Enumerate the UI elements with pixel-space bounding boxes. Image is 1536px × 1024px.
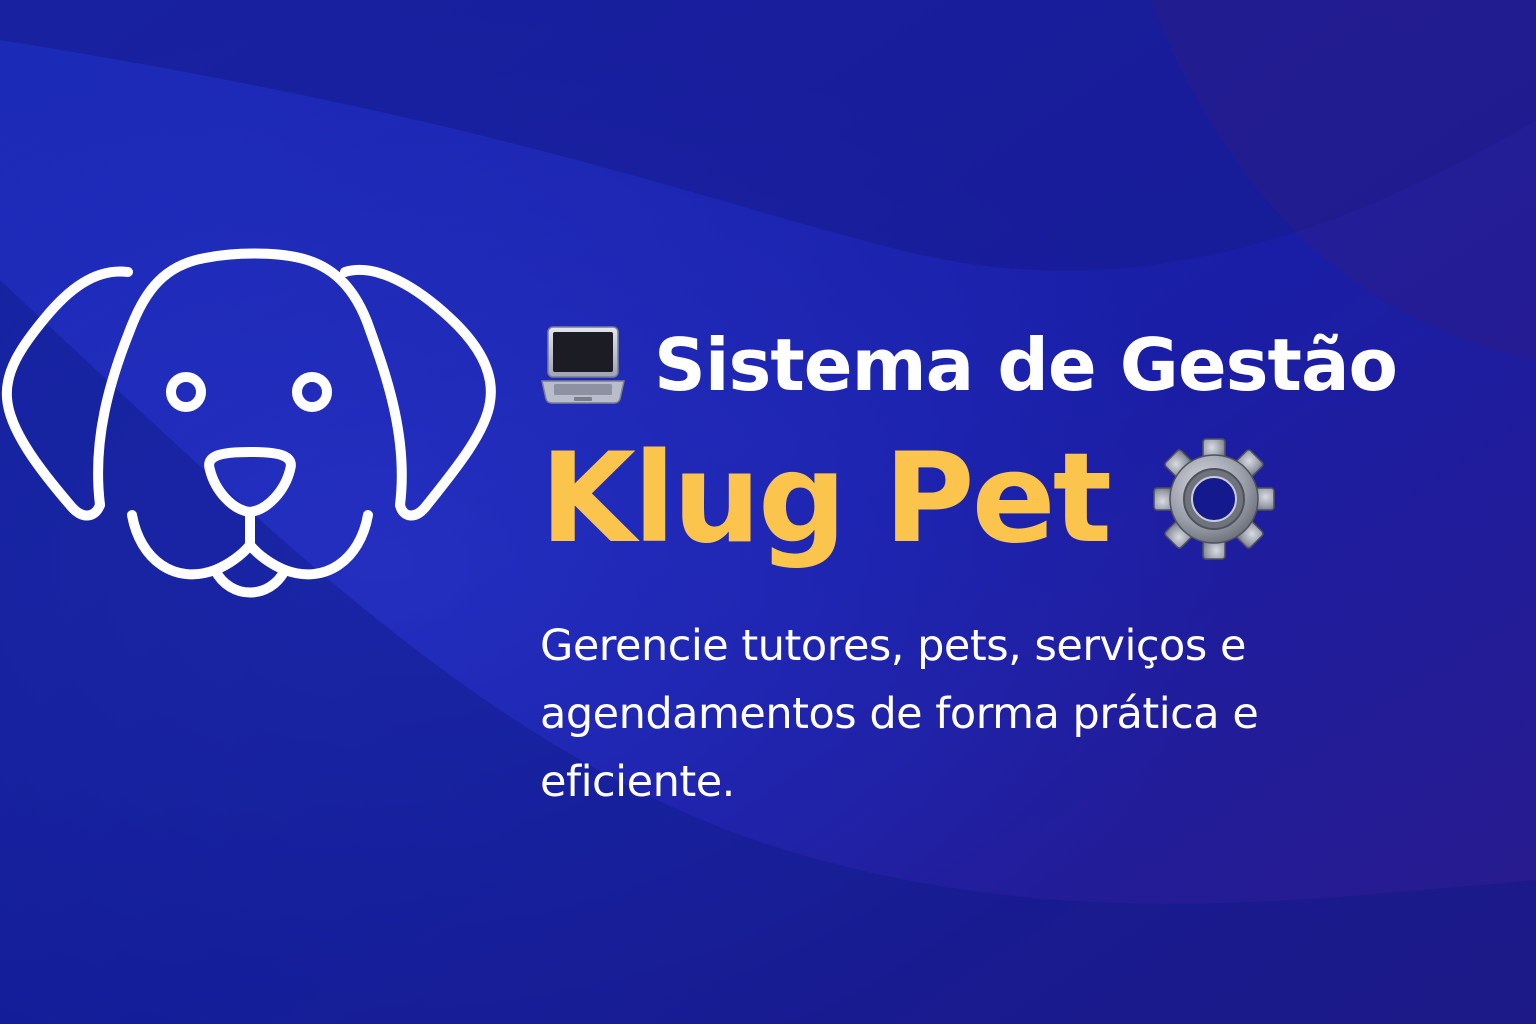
dog-nose — [204, 447, 296, 517]
headline-text: Sistema de Gestão — [654, 323, 1398, 407]
laptop-icon — [541, 326, 625, 404]
hero-text: Sistema de Gestão Klug Pet Gerencie tuto… — [540, 300, 1520, 859]
dog-left-eye — [166, 372, 206, 412]
dog-right-eye — [292, 372, 332, 412]
tagline: Gerencie tutores, pets, serviços e agend… — [540, 621, 1259, 807]
dog-head-outline — [93, 248, 407, 510]
headline-row: Sistema de Gestão — [540, 300, 1520, 430]
brand-row: Klug Pet — [540, 424, 1520, 574]
dog-face-logo — [1, 248, 496, 598]
brand-name: Klug Pet — [540, 427, 1112, 571]
gear-icon — [1153, 438, 1275, 560]
dog-right-ear — [340, 264, 496, 521]
